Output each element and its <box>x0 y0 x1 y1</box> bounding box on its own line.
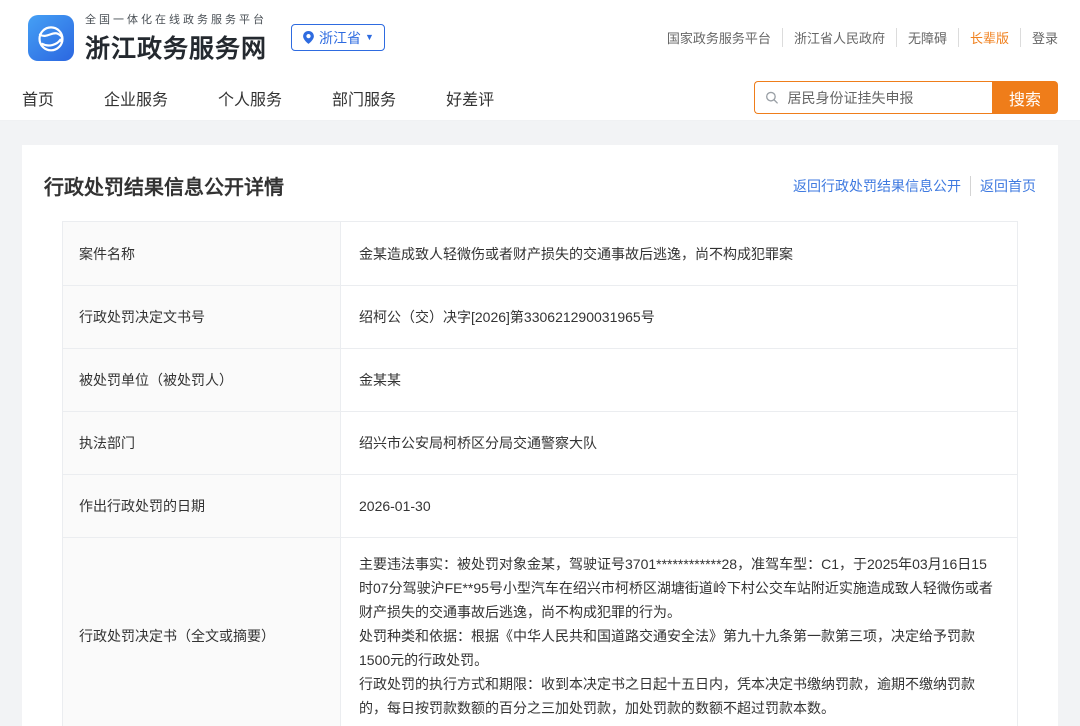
site-logo-icon[interactable] <box>28 14 74 61</box>
panel-header: 行政处罚结果信息公开详情 返回行政处罚结果信息公开 返回首页 <box>44 145 1036 221</box>
row-value-paragraph: 主要违法事实：被处罚对象金某，驾驶证号3701************28，准驾… <box>359 556 993 620</box>
row-value-paragraph: 行政处罚的执行方式和期限：收到本决定书之日起十五日内，凭本决定书缴纳罚款，逾期不… <box>359 676 975 716</box>
detail-panel: 行政处罚结果信息公开详情 返回行政处罚结果信息公开 返回首页 案件名称 金某造成致人… <box>22 145 1058 726</box>
top-link[interactable]: 登录 <box>1019 28 1058 47</box>
row-label: 执法部门 <box>63 412 341 474</box>
brand-text: 全国一体化在线政务服务平台 浙江政务服务网 <box>85 11 267 65</box>
search-input[interactable] <box>785 88 982 107</box>
nav-item[interactable]: 企业服务 <box>104 86 168 110</box>
location-pin-icon <box>303 31 314 44</box>
site-header: 全国一体化在线政务服务平台 浙江政务服务网 浙江省 ▼ 国家政务服务平台 浙江省人… <box>0 0 1080 75</box>
top-links: 国家政务服务平台 浙江省人民政府 无障碍 长辈版 登录 <box>656 28 1058 47</box>
nav-item[interactable]: 好差评 <box>446 86 494 110</box>
table-row: 行政处罚决定书（全文或摘要） 主要违法事实：被处罚对象金某，驾驶证号3701***… <box>63 537 1017 726</box>
row-label: 案件名称 <box>63 222 341 285</box>
table-row: 行政处罚决定文书号 绍柯公（交）决字[2026]第330621290031965号 <box>63 285 1017 348</box>
detail-table: 案件名称 金某造成致人轻微伤或者财产损失的交通事故后逃逸，尚不构成犯罪案行政处罚决… <box>62 221 1018 726</box>
top-link[interactable]: 无障碍 <box>895 28 958 47</box>
back-link[interactable]: 返回行政处罚结果信息公开 <box>784 176 970 196</box>
back-links: 返回行政处罚结果信息公开 返回首页 <box>784 175 1036 196</box>
top-link[interactable]: 长辈版 <box>957 28 1020 47</box>
row-label: 行政处罚决定书（全文或摘要） <box>63 538 341 726</box>
page-body: 行政处罚结果信息公开详情 返回行政处罚结果信息公开 返回首页 案件名称 金某造成致人… <box>0 121 1080 726</box>
search-input-wrap <box>754 81 992 114</box>
search-bar: 搜索 <box>754 81 1058 114</box>
row-value: 金某某 <box>359 372 401 388</box>
row-value-paragraph: 处罚种类和依据：根据《中华人民共和国道路交通安全法》第九十九条第一款第三项，决定… <box>359 628 975 668</box>
top-link[interactable]: 国家政务服务平台 <box>656 28 782 47</box>
chevron-down-icon: ▼ <box>365 32 374 42</box>
table-row: 作出行政处罚的日期 2026-01-30 <box>63 474 1017 537</box>
top-link[interactable]: 浙江省人民政府 <box>781 28 896 47</box>
row-value: 金某造成致人轻微伤或者财产损失的交通事故后逃逸，尚不构成犯罪案 <box>359 245 793 262</box>
row-value: 绍柯公（交）决字[2026]第330621290031965号 <box>359 309 655 325</box>
row-value: 2026-01-30 <box>359 498 431 514</box>
row-value: 主要违法事实：被处罚对象金某，驾驶证号3701************28，准驾… <box>341 538 1017 726</box>
main-nav: 首页 企业服务 个人服务 部门服务 好差评 搜索 <box>0 75 1080 121</box>
table-row: 执法部门 绍兴市公安局柯桥区分局交通警察大队 <box>63 411 1017 474</box>
table-row: 被处罚单位（被处罚人） 金某某 <box>63 348 1017 411</box>
site-name: 浙江政务服务网 <box>85 34 268 63</box>
back-link[interactable]: 返回首页 <box>970 175 1036 196</box>
nav-item[interactable]: 首页 <box>22 86 54 110</box>
search-icon <box>766 91 778 104</box>
row-label: 被处罚单位（被处罚人） <box>63 349 341 411</box>
row-value: 绍兴市公安局柯桥区分局交通警察大队 <box>359 435 597 451</box>
nav-items: 首页 企业服务 个人服务 部门服务 好差评 <box>22 86 494 110</box>
nav-item[interactable]: 个人服务 <box>218 86 282 110</box>
page-title: 行政处罚结果信息公开详情 <box>44 177 284 199</box>
brand: 全国一体化在线政务服务平台 浙江政务服务网 浙江省 ▼ <box>28 11 385 65</box>
table-row: 案件名称 金某造成致人轻微伤或者财产损失的交通事故后逃逸，尚不构成犯罪案 <box>63 222 1017 285</box>
region-selector[interactable]: 浙江省 ▼ <box>291 24 385 51</box>
platform-tagline: 全国一体化在线政务服务平台 <box>85 13 267 26</box>
search-button[interactable]: 搜索 <box>992 81 1058 114</box>
row-label: 行政处罚决定文书号 <box>63 286 341 348</box>
row-label: 作出行政处罚的日期 <box>63 475 341 537</box>
region-label: 浙江省 <box>319 29 362 46</box>
nav-item[interactable]: 部门服务 <box>332 86 396 110</box>
logo-swirl-icon <box>38 25 64 51</box>
